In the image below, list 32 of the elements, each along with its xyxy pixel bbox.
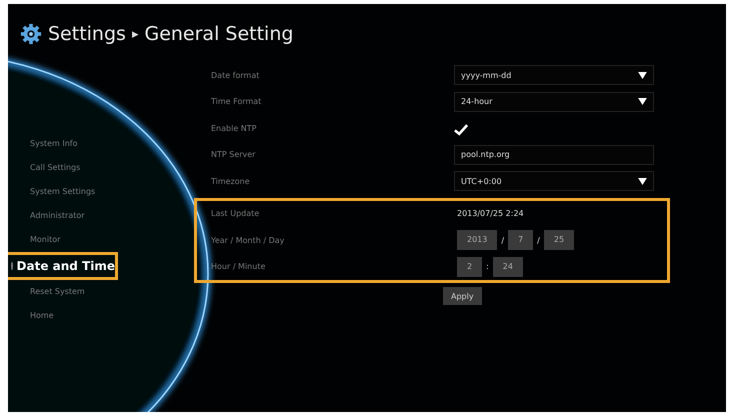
field-separator: / [501,236,504,245]
field-label: Date format [211,70,260,80]
apply-button[interactable]: Apply [443,287,482,306]
sidebar-item[interactable]: Call Settings [10,156,120,180]
dropdown[interactable]: 24-hour [454,92,654,112]
caret-icon [638,98,647,106]
input-field[interactable]: pool.ntp.org [454,144,654,165]
page-subtitle: General Setting [144,23,294,45]
breadcrumb-separator: ▸ [132,26,138,42]
field-separator: : [486,262,489,272]
field-value: 2013/07/25 2:24 [457,209,524,218]
caret-icon [638,178,647,185]
field-label: Last Update [210,209,260,218]
field-label: Time Format [211,97,262,106]
dropdown[interactable]: UTC+0:00 [454,171,654,192]
caret-icon [638,72,647,79]
page-title: Settings [48,23,126,45]
sidebar-item[interactable]: System Info [10,132,120,156]
sidebar-item[interactable]: Reset System [10,280,120,304]
sidebar-item[interactable]: System Settings [10,180,120,204]
field-separator: / [537,236,540,245]
field-label: Timezone [211,176,251,186]
sidebar-item[interactable]: Home [10,304,120,328]
check-icon [454,123,468,136]
sidebar-item[interactable]: Date and Time [8,252,118,280]
field-label: Year / Month / Day [210,236,286,245]
field-label: NTP Server [211,150,256,160]
sidebar-item[interactable]: Monitor [10,228,120,252]
dropdown[interactable]: yyyy-mm-dd [454,65,654,86]
sidebar-item[interactable]: Administrator [10,204,120,228]
gear-icon [20,23,42,45]
field-label: Enable NTP [211,124,258,133]
